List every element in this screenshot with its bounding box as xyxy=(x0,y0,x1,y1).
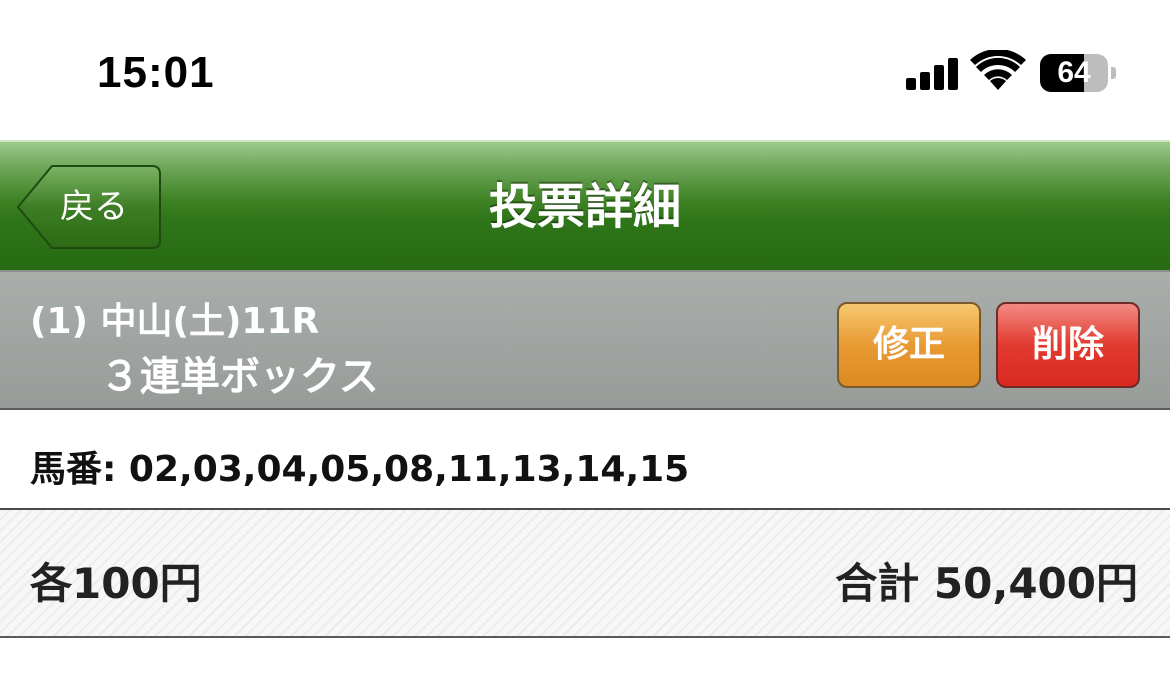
bet-type: ３連単ボックス xyxy=(100,354,379,400)
delete-button[interactable]: 削除 xyxy=(996,302,1140,388)
horse-numbers: 馬番: 02,03,04,05,08,11,13,14,15 xyxy=(30,449,690,490)
status-bar: 15:01 64 xyxy=(0,0,1170,140)
horse-numbers-row: 馬番: 02,03,04,05,08,11,13,14,15 xyxy=(0,410,1170,510)
total-amount: 合計 50,400円 xyxy=(835,559,1138,608)
wifi-icon xyxy=(970,48,1026,92)
battery-level: 64 xyxy=(1057,56,1091,89)
edit-button[interactable]: 修正 xyxy=(837,302,981,388)
page-title: 投票詳細 xyxy=(488,179,681,235)
signal-icon xyxy=(906,56,958,90)
unit-price: 各100円 xyxy=(30,559,202,608)
amount-row: 各100円 合計 50,400円 xyxy=(0,510,1170,638)
battery-icon: 64 xyxy=(1040,54,1116,92)
status-time: 15:01 xyxy=(97,48,215,97)
nav-bar: 戻る 投票詳細 xyxy=(0,140,1170,272)
race-info: (1) 中山(土)11R xyxy=(30,301,320,342)
race-header: (1) 中山(土)11R ３連単ボックス 修正 削除 xyxy=(0,272,1170,410)
